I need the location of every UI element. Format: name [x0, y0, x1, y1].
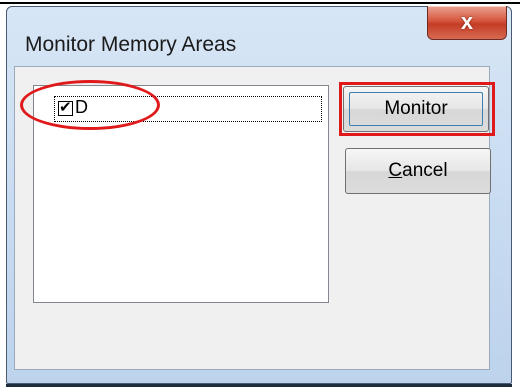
window-title: Monitor Memory Areas: [25, 33, 237, 56]
close-button[interactable]: x: [427, 6, 507, 40]
cancel-button[interactable]: Cancel: [345, 148, 491, 194]
close-icon[interactable]: x: [428, 9, 506, 35]
cancel-button-label: ancel: [402, 160, 448, 181]
annotation-highlight-ellipse: [20, 80, 160, 130]
cancel-mnemonic: C: [388, 160, 403, 181]
annotation-highlight-rectangle: [339, 82, 495, 136]
page-top-rule: [0, 2, 520, 4]
window-bottom-edge: [6, 384, 512, 387]
